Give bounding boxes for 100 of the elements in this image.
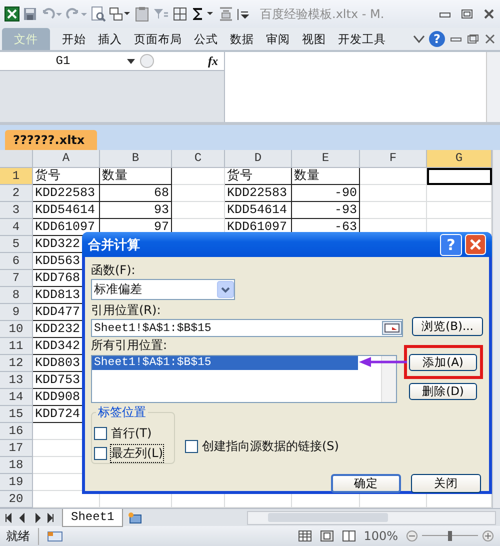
row-header[interactable]: 20 — [0, 491, 33, 508]
row-header[interactable]: 16 — [0, 423, 33, 440]
ribbon-tab[interactable]: 页面布局 — [128, 32, 188, 46]
ribbon-tab[interactable]: 开发工具 — [332, 32, 392, 46]
row-header[interactable]: 3 — [0, 202, 33, 219]
ribbon-tab[interactable]: 数据 — [224, 32, 260, 46]
row-header[interactable]: 7 — [0, 270, 33, 287]
column-header[interactable]: C — [172, 150, 225, 168]
table-cell: KDD22583 — [33, 185, 100, 202]
row-header[interactable]: 19 — [0, 474, 33, 491]
restore-icon[interactable] — [460, 8, 474, 20]
restore-icon[interactable] — [467, 34, 479, 44]
column-header[interactable]: D — [225, 150, 292, 168]
zoom-out-icon[interactable] — [406, 530, 418, 542]
ribbon-tab[interactable]: 开始 — [56, 32, 92, 46]
row-header[interactable]: 6 — [0, 253, 33, 270]
row-header[interactable]: 5 — [0, 236, 33, 253]
normal-view-icon[interactable] — [298, 530, 312, 542]
scrollbar[interactable] — [247, 510, 496, 524]
print-preview-icon[interactable] — [90, 6, 106, 22]
column-header[interactable]: E — [292, 150, 360, 168]
page-layout-view-icon[interactable] — [320, 530, 334, 542]
scrollbar[interactable] — [492, 150, 500, 508]
help-button[interactable]: ? — [440, 234, 462, 256]
checkbox[interactable] — [94, 447, 107, 460]
row-header[interactable]: 2 — [0, 185, 33, 202]
checkbox[interactable] — [94, 427, 107, 440]
customize-icon[interactable] — [237, 7, 249, 21]
sum-icon[interactable] — [191, 7, 215, 21]
row-header[interactable]: 8 — [0, 287, 33, 304]
checkbox[interactable] — [185, 440, 198, 453]
checkbox-option[interactable]: 创建指向源数据的链接(S) — [185, 438, 339, 455]
row-header[interactable]: 4 — [0, 219, 33, 236]
sheet-tab[interactable]: Sheet1 — [62, 508, 124, 526]
row-header[interactable]: 18 — [0, 457, 33, 474]
table-cell: 货号 — [225, 168, 292, 185]
layout-icon[interactable] — [109, 6, 131, 22]
close-icon[interactable] — [484, 34, 496, 44]
add-button[interactable]: 添加(A) — [409, 354, 477, 371]
function-dropdown[interactable]: 标准偏差 — [91, 279, 235, 300]
help-button[interactable]: ? — [429, 31, 445, 47]
checkbox-option[interactable]: 最左列(L) — [94, 445, 174, 462]
references-list[interactable]: Sheet1!$A$1:$B$15 — [91, 355, 397, 403]
close-button[interactable] — [465, 234, 486, 255]
row-header[interactable]: 11 — [0, 338, 33, 355]
close-button[interactable]: 关闭 — [411, 474, 481, 493]
macro-record-icon[interactable] — [47, 530, 63, 542]
empty-cell — [360, 185, 427, 202]
row-header[interactable]: 13 — [0, 372, 33, 389]
row-header[interactable]: 15 — [0, 406, 33, 423]
collapse-ribbon-icon[interactable] — [413, 34, 425, 44]
ribbon-tab[interactable]: 审阅 — [260, 32, 296, 46]
ribbon-tab[interactable]: 插入 — [92, 32, 128, 46]
name-box[interactable]: G1 — [0, 54, 126, 68]
excel-logo-icon[interactable] — [4, 6, 20, 22]
ribbon-tab[interactable]: 公式 — [188, 32, 224, 46]
save-icon[interactable] — [23, 7, 37, 21]
arrow-annotation — [359, 356, 407, 368]
row-header[interactable]: 1 — [0, 168, 33, 185]
close-icon[interactable] — [482, 8, 496, 20]
zoom-level[interactable]: 100% — [364, 529, 398, 543]
table-cell: KDD54614 — [33, 202, 100, 219]
reference-field[interactable]: Sheet1!$A$1:$B$15 — [91, 319, 403, 337]
table-cell: -93 — [292, 202, 360, 219]
new-sheet-icon[interactable] — [127, 512, 144, 524]
ribbon-tab[interactable]: 视图 — [296, 32, 332, 46]
row-header[interactable]: 14 — [0, 389, 33, 406]
empty-cell — [172, 185, 225, 202]
column-header[interactable]: G — [427, 150, 492, 168]
clipboard-icon[interactable] — [134, 6, 150, 22]
ok-button[interactable]: 确定 — [331, 474, 401, 493]
browse-button[interactable]: 浏览(B)... — [412, 317, 483, 336]
column-header[interactable]: A — [33, 150, 100, 168]
row-header[interactable]: 17 — [0, 440, 33, 457]
table-cell: KDD22583 — [225, 185, 292, 202]
page-break-view-icon[interactable] — [342, 530, 356, 542]
workbook-tab[interactable]: ??????.xltx — [5, 130, 97, 150]
slider-thumb[interactable] — [448, 531, 452, 541]
active-cell[interactable] — [427, 168, 492, 185]
empty-cell — [172, 168, 225, 185]
table-cell: 68 — [100, 185, 172, 202]
splitter-handle[interactable] — [140, 54, 154, 68]
dropdown-caret-icon[interactable] — [126, 57, 136, 65]
scrollbar[interactable] — [486, 52, 500, 122]
formula-input[interactable] — [225, 52, 486, 122]
row-header[interactable]: 9 — [0, 304, 33, 321]
row-header[interactable]: 10 — [0, 321, 33, 338]
table-cell: -90 — [292, 185, 360, 202]
zoom-in-icon[interactable] — [482, 530, 494, 542]
window-title: 百度经验模板.xltx - M. — [260, 6, 384, 22]
column-header[interactable]: B — [100, 150, 172, 168]
empty-cell — [360, 168, 427, 185]
list-item[interactable]: Sheet1!$A$1:$B$15 — [92, 356, 358, 370]
borders-icon[interactable] — [172, 6, 188, 22]
insert-function-button[interactable]: fx — [158, 54, 224, 68]
collapse-dialog-icon[interactable] — [382, 321, 402, 335]
row-header[interactable]: 12 — [0, 355, 33, 372]
delete-button[interactable]: 删除(D) — [409, 383, 477, 400]
column-header[interactable]: F — [360, 150, 427, 168]
checkbox-option[interactable]: 首行(T) — [94, 425, 174, 442]
